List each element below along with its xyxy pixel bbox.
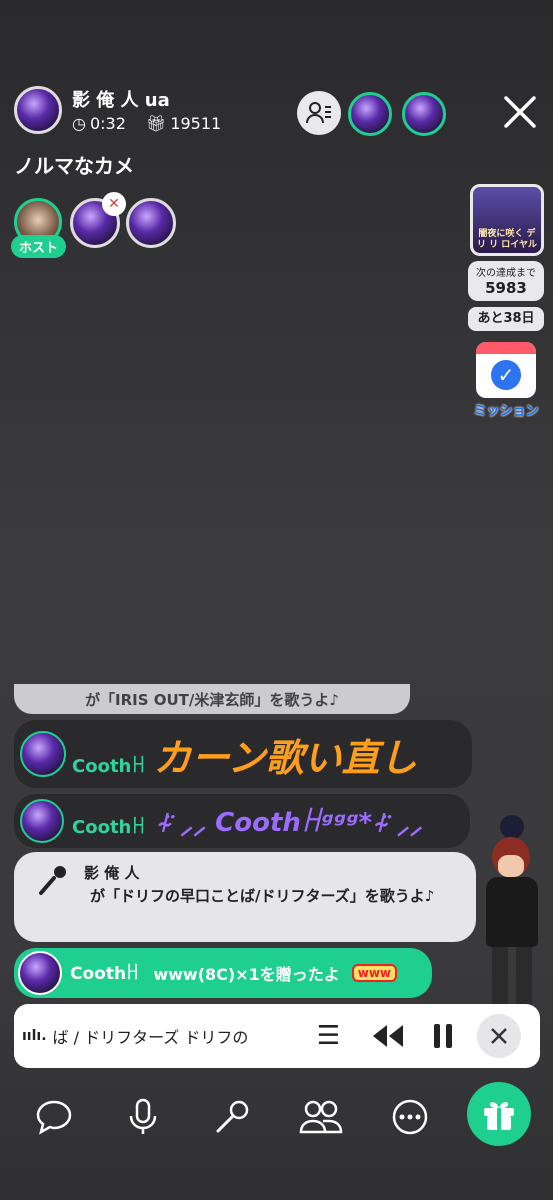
- gift-count: 🎁︎ 19511: [146, 114, 222, 133]
- timer: ◷ 0:32: [72, 114, 126, 133]
- mic-button[interactable]: [113, 1087, 173, 1147]
- vtuber-avatar-figure: [478, 815, 548, 1025]
- gift-message: Coothꀿ www(8C)×1を贈ったよ www: [14, 948, 432, 998]
- mic-icon: [129, 1098, 157, 1134]
- more-icon: [392, 1099, 428, 1135]
- gift-icon: [484, 1101, 514, 1130]
- chat-button[interactable]: [24, 1087, 84, 1147]
- users-button[interactable]: [291, 1087, 351, 1147]
- chat-message: Coothꀿ カーン歌い直し: [14, 720, 472, 788]
- event-progress[interactable]: 次の達成まで 5983: [468, 261, 544, 301]
- lyrics-icon[interactable]: ☰: [309, 1021, 349, 1051]
- more-button[interactable]: [380, 1087, 440, 1147]
- chat-message: 影 俺 人 が「ドリフの早口ことば/ドリフターズ」を歌うよ♪: [14, 852, 476, 942]
- clock-icon: ◷: [72, 114, 86, 133]
- viewer-avatar[interactable]: [402, 92, 446, 136]
- pause-icon[interactable]: [433, 1022, 453, 1050]
- days-left-badge: あと38日: [468, 307, 544, 331]
- chat-message: が「IRIS OUT/米津玄師」を歌うよ♪: [14, 684, 410, 714]
- chat-text: が「IRIS OUT/米津玄師」を歌うよ♪: [85, 691, 339, 709]
- chat-user[interactable]: Coothꀿ: [72, 815, 145, 838]
- chat-avatar[interactable]: [18, 951, 62, 995]
- progress-value: 5983: [485, 279, 527, 297]
- mic-icon: [39, 866, 66, 895]
- chat-text: ⍭̈ ⸝⸝ Coothꀿᵍᵍᵍ*⍭̈ ⸝⸝: [155, 807, 423, 838]
- viewer-avatar[interactable]: [348, 92, 392, 136]
- mission-button[interactable]: ✓: [476, 342, 536, 398]
- bottom-toolbar: [0, 1082, 553, 1152]
- user-list-icon: [306, 102, 331, 124]
- gift-button[interactable]: [467, 1082, 531, 1146]
- users-icon: [299, 1100, 343, 1134]
- muted-mic-icon: ✕: [102, 192, 126, 216]
- chat-avatar[interactable]: [20, 731, 66, 777]
- host-chip: ホスト: [11, 235, 67, 258]
- chat-icon: [36, 1100, 72, 1135]
- karaoke-button[interactable]: [202, 1087, 262, 1147]
- progress-label: 次の達成まで: [476, 268, 536, 279]
- chat-user[interactable]: 影 俺 人: [84, 862, 464, 883]
- host-name[interactable]: 影 俺 人 ua: [72, 86, 170, 112]
- chat-text: www(8C)×1を贈ったよ: [153, 965, 340, 984]
- chat-text: カーン歌い直し: [153, 735, 418, 780]
- close-player-button[interactable]: [476, 1014, 521, 1058]
- host-avatar[interactable]: [14, 86, 62, 134]
- seat-avatar[interactable]: [126, 198, 176, 248]
- rewind-icon[interactable]: [371, 1023, 405, 1049]
- close-icon: [490, 1028, 507, 1044]
- equalizer-icon: ıılı.: [22, 1028, 47, 1044]
- mission-label: ミッション: [473, 404, 539, 419]
- chat-user[interactable]: Coothꀿ: [70, 962, 139, 984]
- close-icon[interactable]: [500, 92, 540, 132]
- chat-text: が「ドリフの早口ことば/ドリフターズ」を歌うよ♪: [90, 887, 435, 905]
- now-playing-bar[interactable]: ıılı. ば / ドリフターズ ドリフの ☰: [14, 1004, 540, 1068]
- gift-small-icon: 🎁︎: [146, 114, 167, 133]
- chat-user[interactable]: Coothꀿ: [72, 754, 145, 777]
- chat-avatar[interactable]: [20, 799, 64, 843]
- chat-message: Coothꀿ ⍭̈ ⸝⸝ Coothꀿᵍᵍᵍ*⍭̈ ⸝⸝: [14, 794, 470, 848]
- event-banner-text: 闇夜に咲く デリ リ ロイヤル: [477, 229, 537, 250]
- check-icon: ✓: [491, 360, 521, 390]
- room-title: ノルマなカメ: [14, 154, 134, 178]
- now-playing-text: ば / ドリフターズ ドリフの: [52, 1028, 249, 1047]
- viewer-list-button[interactable]: [297, 91, 341, 135]
- event-banner[interactable]: 闇夜に咲く デリ リ ロイヤル: [470, 184, 544, 256]
- www-gift-badge: www: [351, 964, 398, 982]
- karaoke-icon: [216, 1100, 249, 1133]
